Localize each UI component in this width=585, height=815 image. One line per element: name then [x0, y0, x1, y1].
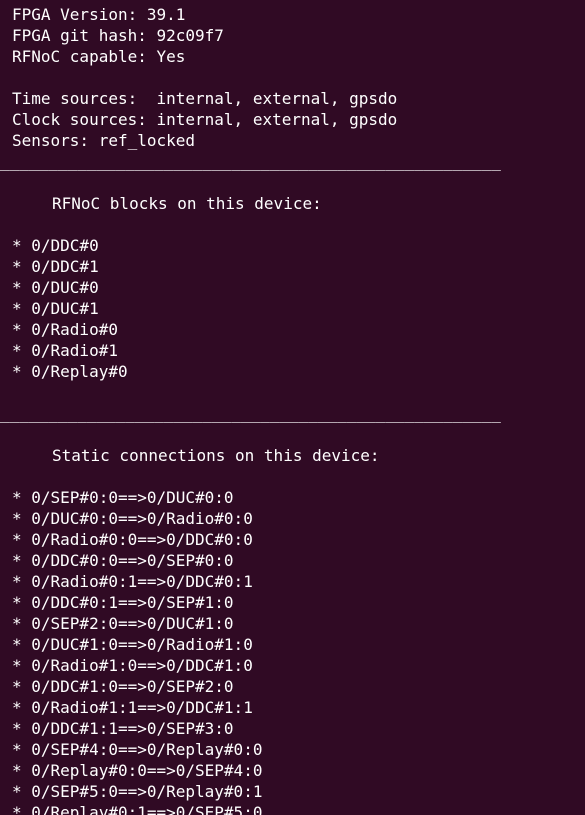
- connection-list-item: 0/Radio#1:0==>0/DDC#1:0: [12, 655, 585, 676]
- rfnoc-capable-line: RFNoC capable: Yes: [12, 47, 186, 66]
- connection-list-item: 0/SEP#2:0==>0/DUC#1:0: [12, 613, 585, 634]
- time-sources-line: Time sources: internal, external, gpsdo: [12, 89, 398, 108]
- connection-list-item: 0/DDC#1:0==>0/SEP#2:0: [12, 676, 585, 697]
- terminal-output[interactable]: FPGA Version: 39.1 FPGA git hash: 92c09f…: [0, 0, 585, 815]
- block-list-item: 0/Replay#0: [12, 361, 585, 382]
- connection-list-item: 0/DDC#0:1==>0/SEP#1:0: [12, 592, 585, 613]
- fpga-git-hash-line: FPGA git hash: 92c09f7: [12, 26, 224, 45]
- fpga-version-line: FPGA Version: 39.1: [12, 5, 186, 24]
- block-list-item: 0/DDC#1: [12, 256, 585, 277]
- connection-list-item: 0/SEP#0:0==>0/DUC#0:0: [12, 487, 585, 508]
- connection-list-item: 0/DUC#1:0==>0/Radio#1:0: [12, 634, 585, 655]
- blocks-heading: RFNoC blocks on this device:: [52, 194, 322, 213]
- connection-list-item: 0/Radio#0:1==>0/DDC#0:1: [12, 571, 585, 592]
- connection-list-item: 0/DDC#0:0==>0/SEP#0:0: [12, 550, 585, 571]
- sensors-line: Sensors: ref_locked: [12, 131, 196, 150]
- connections-heading: Static connections on this device:: [52, 446, 380, 465]
- connection-list-item: 0/Radio#0:0==>0/DDC#0:0: [12, 529, 585, 550]
- connection-list-item: 0/Replay#0:1==>0/SEP#5:0: [12, 802, 585, 815]
- connection-list-item: 0/Radio#1:1==>0/DDC#1:1: [12, 697, 585, 718]
- separator-line: ________________________________________…: [0, 404, 501, 423]
- connection-list-item: 0/DDC#1:1==>0/SEP#3:0: [12, 718, 585, 739]
- separator-line: ________________________________________…: [0, 152, 501, 171]
- block-list-item: 0/DUC#0: [12, 277, 585, 298]
- clock-sources-line: Clock sources: internal, external, gpsdo: [12, 110, 398, 129]
- block-list-item: 0/Radio#0: [12, 319, 585, 340]
- connection-list-item: 0/SEP#4:0==>0/Replay#0:0: [12, 739, 585, 760]
- block-list-item: 0/DUC#1: [12, 298, 585, 319]
- block-list-item: 0/DDC#0: [12, 235, 585, 256]
- connection-list-item: 0/Replay#0:0==>0/SEP#4:0: [12, 760, 585, 781]
- blocks-list: 0/DDC#00/DDC#10/DUC#00/DUC#10/Radio#00/R…: [12, 235, 585, 382]
- connection-list-item: 0/SEP#5:0==>0/Replay#0:1: [12, 781, 585, 802]
- block-list-item: 0/Radio#1: [12, 340, 585, 361]
- connection-list-item: 0/DUC#0:0==>0/Radio#0:0: [12, 508, 585, 529]
- connections-list: 0/SEP#0:0==>0/DUC#0:00/DUC#0:0==>0/Radio…: [12, 487, 585, 815]
